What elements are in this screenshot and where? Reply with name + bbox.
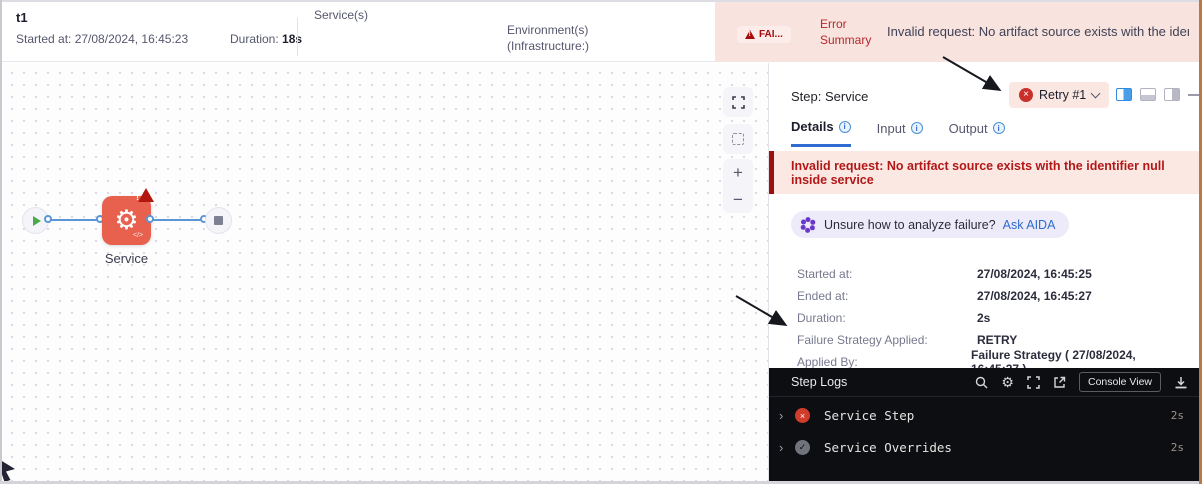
detail-row: Started at: 27/08/2024, 16:45:25 (797, 263, 1187, 285)
retry-dropdown-button[interactable]: × Retry #1 (1009, 82, 1110, 108)
ask-aida-link[interactable]: Ask AIDA (1003, 218, 1056, 232)
step-details-list: Started at: 27/08/2024, 16:45:25 Ended a… (797, 263, 1187, 376)
step-logs-header: Step Logs ⚙ Console View (769, 368, 1200, 397)
gear-icon: ⚙ (114, 205, 139, 235)
step-warning-badge: ! (136, 188, 154, 202)
log-row-name: Service Step (824, 408, 915, 423)
detail-value: RETRY (977, 333, 1018, 347)
layout-bottom-icon[interactable] (1140, 88, 1156, 101)
info-icon: i (838, 120, 851, 133)
zoom-out-button[interactable]: − (733, 191, 743, 208)
failed-status-icon: × (795, 408, 810, 423)
chevron-down-icon (1090, 88, 1101, 99)
detail-value: 27/08/2024, 16:45:27 (977, 289, 1092, 303)
infrastructure-caption: (Infrastructure:) (507, 39, 590, 53)
play-icon (32, 215, 41, 226)
retry-label: Retry #1 (1039, 88, 1087, 102)
log-row-duration: 2s (1170, 409, 1184, 422)
tab-input-label: Input (876, 120, 906, 136)
layout-right-icon[interactable] (1164, 88, 1180, 101)
detail-row: Ended at: 27/08/2024, 16:45:27 (797, 285, 1187, 307)
failed-badge-label: FAI... (759, 29, 783, 40)
fullscreen-icon (731, 95, 745, 109)
detail-label: Ended at: (797, 289, 849, 303)
log-row-service-step[interactable]: › × Service Step 2s (769, 402, 1200, 429)
warning-triangle-icon: ! (745, 30, 755, 39)
step-logs-title: Step Logs (791, 375, 848, 389)
marquee-select-icon (732, 133, 744, 145)
chevron-right-icon[interactable]: › (779, 408, 795, 423)
step-node-label: Service (104, 251, 149, 266)
aida-prompt-text: Unsure how to analyze failure? (824, 217, 996, 232)
tab-details[interactable]: Details i (791, 119, 851, 147)
info-icon: i (992, 122, 1005, 134)
panel-tabs: Details i Input i Output i (791, 119, 1005, 147)
detail-value: 27/08/2024, 16:45:25 (977, 267, 1092, 281)
service-step-node[interactable]: ⚙ (102, 196, 151, 245)
tab-details-label: Details (791, 119, 834, 134)
detail-row: Duration: 2s (797, 307, 1187, 329)
ask-aida-pill[interactable]: Unsure how to analyze failure? Ask AIDA (791, 211, 1070, 238)
detail-label: Duration: (797, 311, 846, 325)
header-divider (297, 18, 298, 56)
success-status-icon: ✓ (795, 440, 810, 455)
fullscreen-icon[interactable] (1027, 375, 1040, 389)
error-summary-label: Error Summary (820, 17, 872, 47)
pipeline-execution-page: t1 Started at: 27/08/2024, 16:45:23 Dura… (0, 0, 1202, 484)
stop-icon (214, 216, 223, 225)
code-icon: </> (133, 232, 144, 239)
duration-caption: Duration: (230, 32, 279, 46)
log-row-duration: 2s (1170, 441, 1184, 454)
detail-value: 2s (977, 311, 991, 325)
connector-port (146, 215, 154, 223)
environments-caption: Environment(s) (507, 23, 589, 37)
pipeline-name: t1 (16, 10, 28, 25)
canvas-fullscreen-button[interactable] (723, 87, 753, 117)
duration-label: Duration: 18s (230, 32, 302, 46)
detail-label: Failure Strategy Applied: (797, 333, 928, 347)
layout-split-right-icon[interactable] (1116, 88, 1132, 101)
log-row-service-overrides[interactable]: › ✓ Service Overrides 2s (769, 434, 1200, 461)
search-icon[interactable] (975, 376, 988, 389)
tab-output[interactable]: Output i (949, 119, 1005, 147)
step-error-text: Invalid request: No artifact source exis… (791, 158, 1165, 187)
connector-port (44, 215, 52, 223)
tab-output-label: Output (948, 120, 988, 136)
step-details-panel: Step: Service × Retry #1 Details i Input… (768, 63, 1200, 481)
error-summary-banner: ! FAI... Error Summary Invalid request: … (715, 2, 1199, 62)
detail-label: Applied By: (797, 355, 858, 369)
chevron-right-icon[interactable]: › (779, 440, 795, 455)
execution-header: t1 Started at: 27/08/2024, 16:45:23 Dura… (2, 2, 1199, 62)
log-row-name: Service Overrides (824, 440, 952, 455)
info-icon: i (910, 122, 923, 134)
frame-edge (0, 0, 2, 484)
aida-flower-icon (800, 216, 816, 233)
services-label: Service(s) (314, 8, 369, 22)
download-icon[interactable] (1174, 376, 1188, 389)
open-external-icon[interactable] (1053, 376, 1066, 389)
console-view-button[interactable]: Console View (1078, 372, 1161, 392)
zoom-in-button[interactable]: + (733, 164, 743, 181)
canvas-select-button[interactable] (723, 124, 753, 154)
step-logs-toolbar: ⚙ Console View (975, 372, 1188, 392)
duration-value: 18s (282, 32, 303, 46)
panel-title: Step: Service (791, 89, 869, 104)
failed-status-badge: ! FAI... (737, 26, 791, 43)
pipeline-end-node[interactable] (205, 207, 232, 234)
frame-edge (0, 0, 1202, 2)
step-error-message: Invalid request: No artifact source exis… (769, 151, 1200, 194)
tab-input[interactable]: Input i (877, 119, 923, 147)
step-logs-console: Step Logs ⚙ Console View › × Service Ste… (769, 368, 1200, 481)
error-summary-text: Invalid request: No artifact source exis… (887, 24, 1189, 39)
canvas-zoom-controls: + − (723, 159, 753, 213)
panel-layout-toggles (1116, 88, 1200, 101)
settings-gear-icon[interactable]: ⚙ (1001, 375, 1014, 389)
environments-label: Environment(s) (Infrastructure:) (507, 22, 589, 54)
failed-circle-icon: × (1019, 88, 1033, 102)
started-at-label: Started at: 27/08/2024, 16:45:23 (16, 32, 189, 46)
detail-label: Started at: (797, 267, 853, 281)
pipeline-canvas[interactable]: ⚙ ! </> Service + − (2, 63, 768, 481)
